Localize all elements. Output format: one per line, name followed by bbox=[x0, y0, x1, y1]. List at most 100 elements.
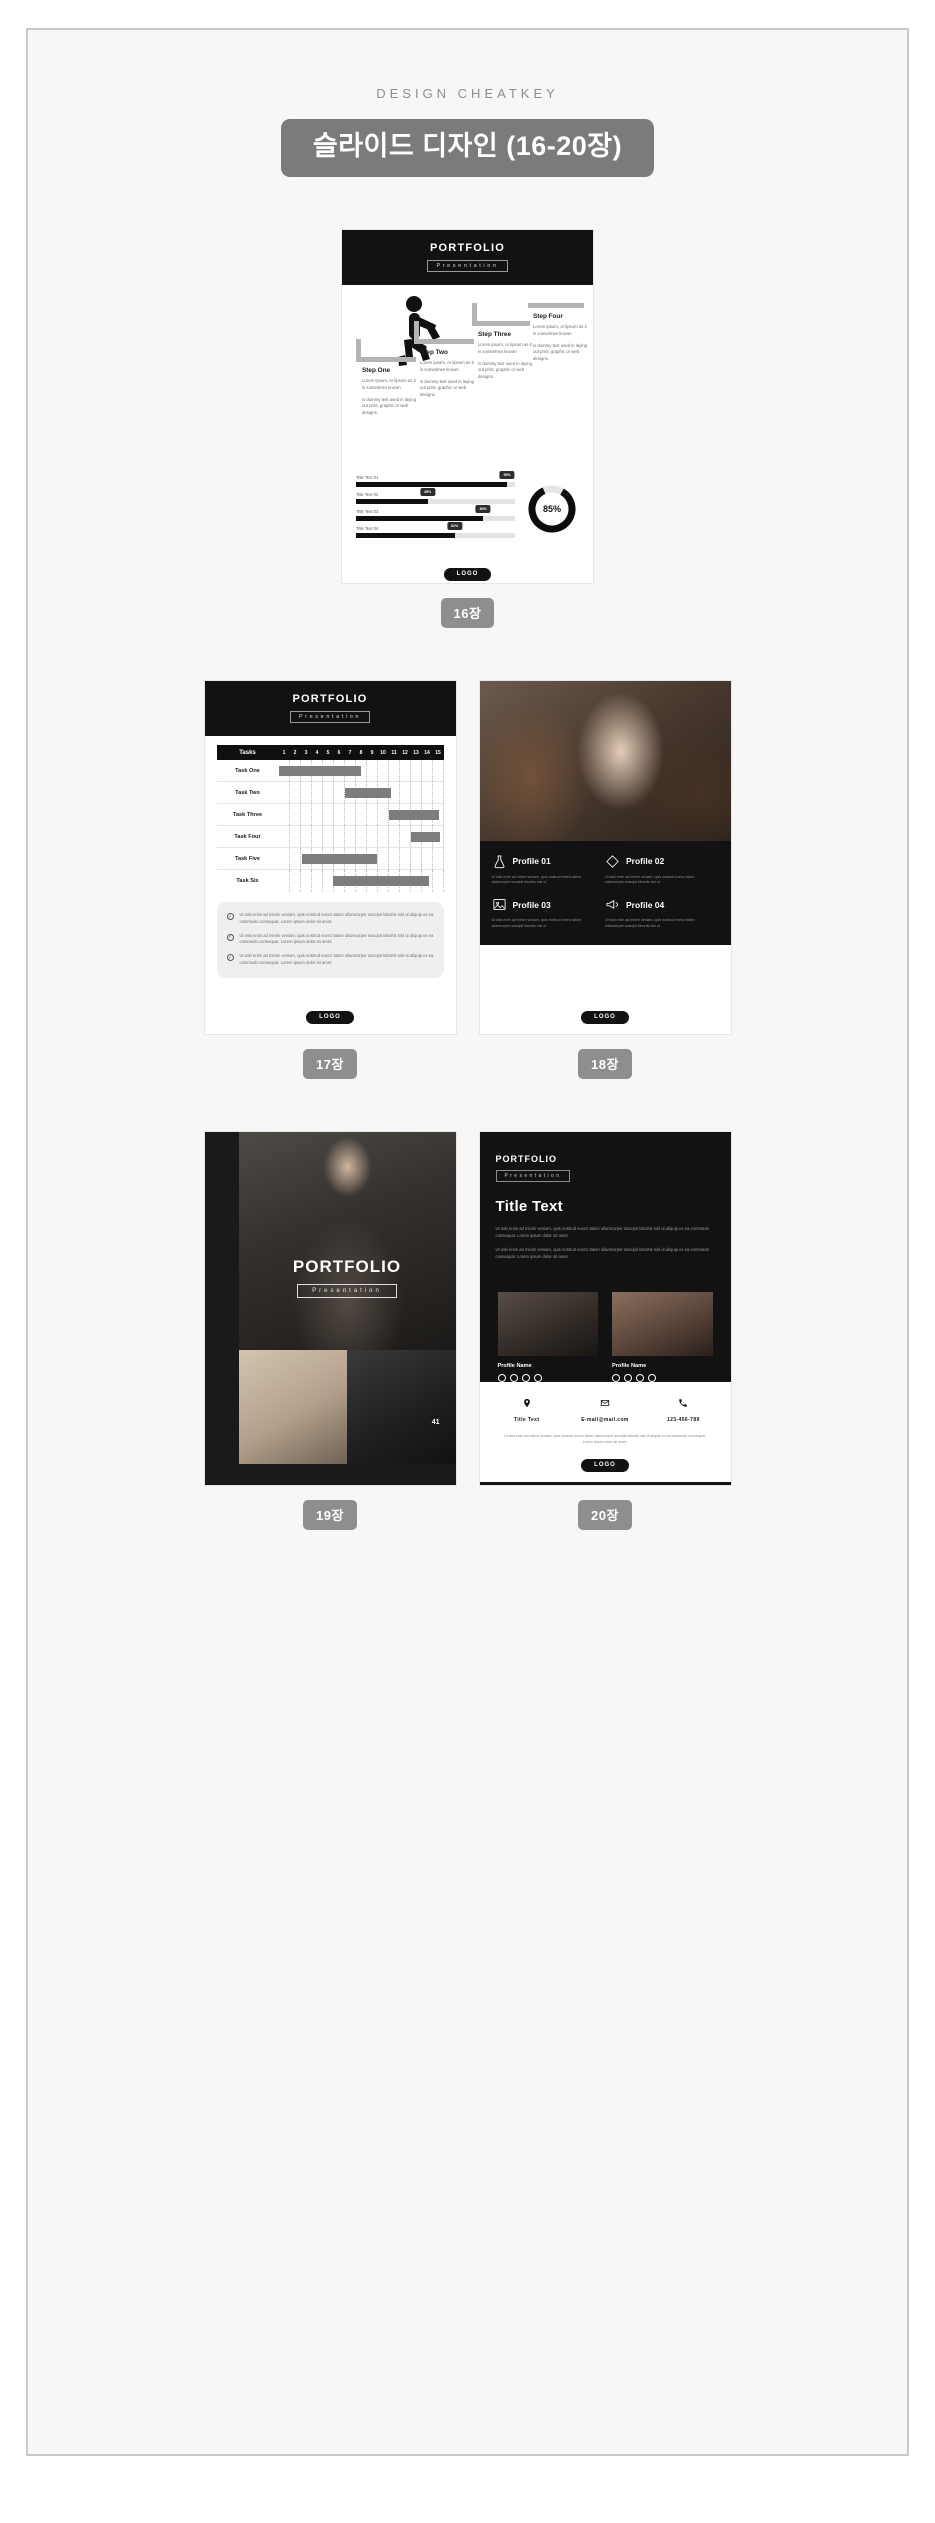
linkedin-icon[interactable] bbox=[636, 1374, 644, 1383]
twitter-icon[interactable] bbox=[612, 1374, 620, 1383]
contact-row: Title Text E-mail@mail.com 123-456-789 bbox=[479, 1382, 731, 1430]
contact-label: E-mail@mail.com bbox=[581, 1417, 629, 1424]
gantt-row: Task Six bbox=[217, 870, 444, 893]
step-text-1: Lorem ipsum, or lipsum as it is sometime… bbox=[420, 360, 474, 372]
slide-17-header: PORTFOLIO Presentation bbox=[204, 680, 456, 737]
profile-text: Ut wisi enim ad minim veniam, quis nostr… bbox=[491, 874, 581, 885]
page-tag-16: 16장 bbox=[440, 597, 495, 628]
presentation-badge: Presentation bbox=[289, 710, 371, 724]
mail-icon[interactable] bbox=[648, 1374, 656, 1383]
gantt-track bbox=[279, 826, 444, 848]
gantt-col: 5 bbox=[326, 749, 330, 756]
profile-row: Profile 01 Ut wisi enim ad minim veniam,… bbox=[492, 854, 719, 898]
step-text-2: is dummy text used in laying out print, … bbox=[533, 342, 587, 361]
bar-badge: 80% bbox=[475, 505, 491, 514]
page-tag-17: 17장 bbox=[303, 1048, 357, 1079]
instagram-icon[interactable] bbox=[509, 1374, 518, 1383]
gantt-col: 8 bbox=[359, 749, 363, 756]
checklist-item: ✓ Ut wisi enim ad minim veniam, quis nos… bbox=[226, 953, 434, 966]
profile-name: Profile 01 bbox=[512, 856, 551, 867]
profile-card[interactable]: Profile 02 Ut wisi enim ad minim veniam,… bbox=[605, 854, 719, 887]
donut-chart: 85% bbox=[525, 482, 579, 536]
check-icon: ✓ bbox=[226, 933, 234, 941]
profile-card[interactable]: Profile 04 Ut wisi enim ad minim veniam,… bbox=[605, 897, 719, 930]
progress-row: Title Text 02 45% bbox=[356, 488, 515, 505]
page-tag-18: 18장 bbox=[578, 1048, 632, 1079]
gantt-bar bbox=[332, 876, 429, 887]
slide-16-logo-row: LOGO bbox=[342, 562, 593, 582]
step-heading: Step Three bbox=[478, 331, 512, 339]
profile-name: Profile Name bbox=[497, 1363, 532, 1370]
stair-riser-2 bbox=[414, 321, 419, 345]
section-slides-19-20: PORTFOLIO Presentation 41 19장 PORTFOLIO … bbox=[58, 1130, 877, 1530]
logo-chip[interactable]: LOGO bbox=[306, 1010, 354, 1024]
slide-col-19: PORTFOLIO Presentation 41 19장 bbox=[203, 1130, 457, 1530]
profile-head: Profile 02 bbox=[605, 854, 711, 869]
left-strip bbox=[204, 1131, 239, 1350]
profile-card[interactable]: Profile 01 Ut wisi enim ad minim veniam,… bbox=[492, 854, 606, 887]
portfolio-title: PORTFOLIO bbox=[495, 1153, 557, 1164]
image-icon bbox=[492, 899, 506, 911]
gantt-row: Task Four bbox=[216, 826, 444, 849]
logo-chip[interactable]: LOGO bbox=[581, 1459, 629, 1473]
instagram-icon[interactable] bbox=[624, 1374, 632, 1383]
hero-subtitle: Presentation bbox=[297, 1283, 397, 1298]
gantt-chart: Tasks 1 2 3 4 5 6 7 8 9 10 11 12 13 14 1… bbox=[216, 745, 444, 893]
slide-16[interactable]: PORTFOLIO Presentation Step One Lorem ip… bbox=[341, 228, 594, 584]
gantt-col: 14 bbox=[424, 749, 430, 756]
mail-icon[interactable] bbox=[533, 1374, 542, 1383]
bar-badge: 62% bbox=[446, 522, 463, 531]
step-heading: Step One bbox=[362, 367, 391, 375]
profile-head: Profile 01 bbox=[492, 854, 598, 869]
gantt-col: 1 bbox=[282, 749, 286, 756]
checklist: ✓ Ut wisi enim ad minim veniam, quis nos… bbox=[216, 902, 444, 978]
stair-tread-2 bbox=[414, 339, 474, 345]
gantt-track bbox=[279, 870, 444, 893]
thumbnail-dark[interactable]: 41 bbox=[347, 1349, 456, 1464]
gantt-col: 9 bbox=[370, 749, 374, 756]
diamond-icon bbox=[606, 854, 619, 868]
bar-fill bbox=[356, 482, 508, 488]
profile-row: Profile 03 Ut wisi enim ad minim veniam,… bbox=[492, 897, 719, 941]
page-title: 슬라이드 디자인 (16-20장) bbox=[280, 119, 655, 177]
progress-bar-list: Title Text 01 95% Title Text 02 45% Titl… bbox=[356, 471, 515, 543]
gantt-task-label: Task Two bbox=[235, 789, 260, 796]
profile-card[interactable]: Profile Name bbox=[497, 1292, 598, 1383]
left-strip-lower bbox=[204, 1349, 239, 1464]
linkedin-icon[interactable] bbox=[521, 1374, 530, 1383]
gantt-track bbox=[279, 782, 444, 804]
progress-row: Title Text 04 62% bbox=[356, 522, 515, 539]
gantt-col: 12 bbox=[402, 749, 408, 756]
hero-caption: PORTFOLIO Presentation bbox=[239, 1257, 456, 1298]
slide-20-logo-row: LOGO bbox=[479, 1445, 731, 1483]
profile-card[interactable]: Profile 03 Ut wisi enim ad minim veniam,… bbox=[492, 897, 606, 930]
gantt-track bbox=[279, 848, 444, 870]
page-root: DESIGN CHEATKEY 슬라이드 디자인 (16-20장) PORTFO… bbox=[0, 0, 935, 2523]
profile-name: Profile Name bbox=[612, 1363, 647, 1370]
location-icon bbox=[523, 1399, 530, 1408]
logo-chip[interactable]: LOGO bbox=[443, 568, 492, 582]
slide-19[interactable]: PORTFOLIO Presentation 41 bbox=[203, 1130, 457, 1486]
step-text-2: is dummy text used in laying out print, … bbox=[362, 396, 416, 415]
slide-18[interactable]: Profile 01 Ut wisi enim ad minim veniam,… bbox=[478, 679, 732, 1035]
step-card-4: Step Four Lorem ipsum, or lipsum as it i… bbox=[533, 313, 589, 362]
slide-17[interactable]: PORTFOLIO Presentation Tasks 1 2 3 4 5 6 bbox=[203, 679, 457, 1035]
contact-item[interactable]: E-mail@mail.com bbox=[566, 1395, 644, 1423]
slide-col-18: Profile 01 Ut wisi enim ad minim veniam,… bbox=[478, 679, 732, 1079]
hero-title: PORTFOLIO bbox=[292, 1256, 402, 1276]
progress-row: Title Text 03 80% bbox=[356, 505, 515, 522]
slide-20[interactable]: PORTFOLIO Presentation Title Text Ut wis… bbox=[478, 1130, 732, 1486]
check-icon: ✓ bbox=[226, 954, 234, 962]
profile-card[interactable]: Profile Name bbox=[612, 1292, 713, 1383]
contact-item[interactable]: Title Text bbox=[488, 1395, 566, 1423]
stair-riser-3 bbox=[472, 303, 477, 327]
contact-item[interactable]: 123-456-789 bbox=[644, 1395, 722, 1423]
staircase-diagram: Step One Lorem ipsum, or lipsum as it is… bbox=[352, 293, 587, 443]
gantt-task-label: Task Four bbox=[234, 833, 261, 840]
logo-chip[interactable]: LOGO bbox=[581, 1010, 629, 1024]
phone-icon bbox=[679, 1399, 688, 1407]
thumbnail-beige[interactable] bbox=[238, 1349, 347, 1464]
twitter-icon[interactable] bbox=[497, 1374, 506, 1383]
thumbnail-badge: 41 bbox=[431, 1418, 440, 1426]
page-tag-19: 19장 bbox=[303, 1499, 357, 1530]
